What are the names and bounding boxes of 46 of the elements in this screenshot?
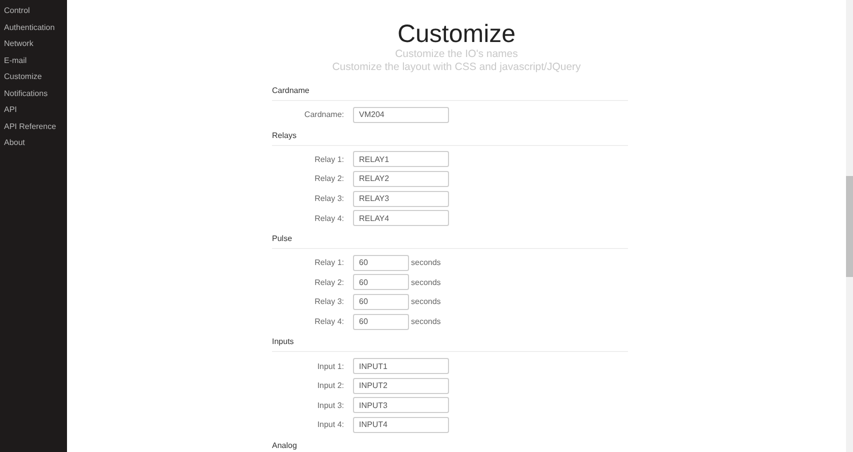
sidebar-item[interactable]: Authentication xyxy=(0,20,67,36)
text-field[interactable]: INPUT3 xyxy=(353,397,449,414)
field-label: Relay 3: xyxy=(314,297,345,306)
section-title: Relays xyxy=(272,124,628,146)
section-title: Pulse xyxy=(272,228,628,249)
text-field[interactable]: VM204 xyxy=(353,106,449,123)
text-field[interactable]: RELAY4 xyxy=(353,210,449,226)
text-field[interactable]: RELAY3 xyxy=(353,190,449,207)
unit-label: seconds xyxy=(411,317,441,326)
text-field[interactable]: RELAY2 xyxy=(353,170,449,187)
field-label: Relay 2: xyxy=(314,278,345,287)
field-label: Relay 2: xyxy=(314,174,345,184)
field-label: Input 1: xyxy=(316,362,345,371)
sidebar-item[interactable]: Network xyxy=(0,36,67,52)
section-title: Cardname xyxy=(272,80,628,101)
sidebar-item[interactable]: API xyxy=(0,102,67,118)
text-field[interactable]: 60 xyxy=(353,294,409,310)
text-field[interactable]: INPUT4 xyxy=(353,416,449,433)
field-label: Relay 4: xyxy=(314,317,345,326)
field-label: Cardname: xyxy=(303,110,345,120)
sidebar-item[interactable]: About xyxy=(0,135,67,152)
sidebar-item[interactable]: API Reference xyxy=(0,118,67,135)
field-label: Relay 1: xyxy=(314,258,345,268)
field-label: Input 2: xyxy=(316,381,345,390)
field-label: Input 4: xyxy=(316,420,345,430)
text-field[interactable]: INPUT1 xyxy=(353,358,449,374)
unit-label: seconds xyxy=(411,297,441,306)
page-title: Customize xyxy=(397,20,516,48)
text-field[interactable]: 60 xyxy=(353,314,409,330)
sidebar-item[interactable]: Notifications xyxy=(0,86,67,102)
text-field[interactable]: 60 xyxy=(353,274,409,290)
text-field[interactable]: INPUT2 xyxy=(353,378,449,394)
unit-label: seconds xyxy=(411,278,441,287)
scrollbar[interactable] xyxy=(846,0,853,452)
text-field[interactable]: 60 xyxy=(353,254,409,271)
sidebar-item[interactable]: Customize xyxy=(0,69,67,86)
section-title: Analog xyxy=(272,434,628,452)
unit-label: seconds xyxy=(411,258,441,268)
section-title: Inputs xyxy=(272,331,628,352)
field-label: Relay 3: xyxy=(314,194,345,204)
field-label: Relay 4: xyxy=(314,214,345,223)
text-field[interactable]: RELAY1 xyxy=(353,151,449,168)
field-label: Input 3: xyxy=(316,400,345,410)
sidebar-item[interactable]: E-mail xyxy=(0,52,67,69)
field-label: Relay 1: xyxy=(314,154,345,164)
sidebar-item[interactable]: Control xyxy=(0,3,67,20)
